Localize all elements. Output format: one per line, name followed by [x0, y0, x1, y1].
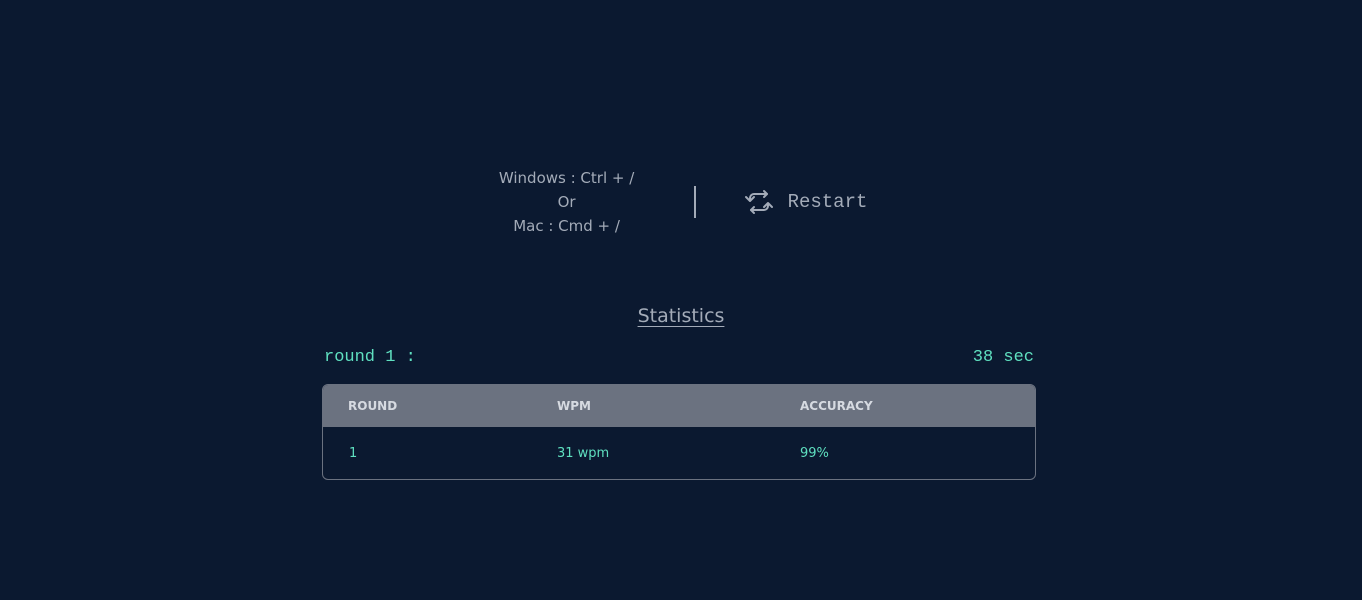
shortcut-hint: Windows : Ctrl + / Or Mac : Cmd + /	[482, 166, 652, 238]
divider	[693, 186, 696, 218]
round-info: round 1 : 38 sec	[324, 348, 1034, 367]
mac-shortcut: Mac : Cmd + /	[513, 217, 620, 235]
cell-accuracy: 99%	[800, 445, 829, 461]
table-header: ROUND WPM ACCURACY	[323, 385, 1035, 427]
cell-round: 1	[349, 445, 358, 461]
round-label: round 1 :	[324, 348, 416, 367]
shortcut-bar: Windows : Ctrl + / Or Mac : Cmd + / Rest…	[0, 166, 1362, 238]
statistics-table: ROUND WPM ACCURACY 1 31 wpm 99%	[322, 384, 1036, 480]
restart-label: Restart	[787, 191, 868, 213]
column-header-accuracy: ACCURACY	[800, 399, 873, 413]
table-row: 1 31 wpm 99%	[323, 427, 1035, 479]
column-header-round: ROUND	[348, 399, 398, 413]
windows-shortcut: Windows : Ctrl + /	[498, 169, 635, 187]
cell-wpm: 31 wpm	[557, 445, 610, 461]
refresh-icon	[744, 190, 773, 214]
shortcut-or: Or	[557, 193, 576, 211]
restart-button[interactable]: Restart	[744, 189, 868, 215]
statistics-title: Statistics	[637, 305, 725, 327]
round-timer: 38 sec	[972, 348, 1034, 367]
page: Windows : Ctrl + / Or Mac : Cmd + / Rest…	[0, 0, 1362, 600]
column-header-wpm: WPM	[557, 399, 591, 413]
